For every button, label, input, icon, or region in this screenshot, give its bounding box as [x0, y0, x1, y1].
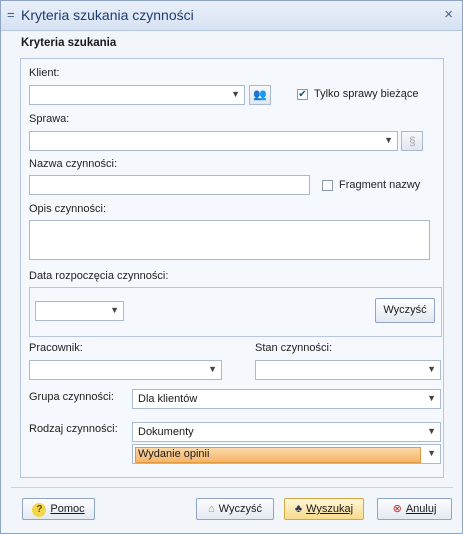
klient-combo[interactable]: ▼	[29, 85, 245, 105]
opis-textarea[interactable]	[29, 220, 430, 260]
binoculars-icon: ♣	[294, 503, 303, 515]
grupa-combo[interactable]: Dla klientów ▼	[132, 389, 441, 409]
chevron-down-icon[interactable]: ▼	[231, 89, 240, 99]
cancel-icon: ⊗	[392, 503, 402, 515]
chevron-down-icon[interactable]: ▼	[208, 364, 217, 374]
sprawa-combo[interactable]: ▼	[29, 131, 398, 151]
klient-label: Klient:	[29, 67, 60, 79]
fragment-label: Fragment nazwy	[339, 179, 421, 191]
pracownik-combo[interactable]: ▼	[29, 360, 222, 380]
chevron-down-icon[interactable]: ▼	[427, 448, 436, 458]
menu-grip-icon[interactable]: =	[7, 7, 15, 22]
dialog-window: = Kryteria szukania czynności × Kryteria…	[0, 0, 463, 534]
nazwa-input[interactable]	[29, 175, 310, 195]
grupa-value: Dla klientów	[138, 393, 198, 405]
clear-label: Wyczyść	[218, 503, 262, 515]
tylko-checkbox[interactable]: ✔	[297, 89, 308, 100]
date-combo[interactable]: ▼	[35, 301, 124, 321]
date-clear-button[interactable]: Wyczyść	[375, 298, 435, 323]
stan-combo[interactable]: ▼	[255, 360, 441, 380]
sprawa-label: Sprawa:	[29, 113, 70, 125]
pracownik-label: Pracownik:	[29, 342, 83, 354]
title-bar: = Kryteria szukania czynności ×	[1, 1, 462, 31]
clear-button[interactable]: ⌂ Wyczyść	[196, 498, 274, 520]
broom-icon: ⌂	[208, 503, 215, 515]
grupa-label: Grupa czynności:	[29, 391, 114, 403]
help-icon: ?	[32, 503, 47, 517]
search-button[interactable]: ♣ Wyszukaj	[284, 498, 364, 520]
chevron-down-icon[interactable]: ▼	[110, 305, 119, 315]
data-label: Data rozpoczęcia czynności:	[29, 270, 169, 282]
select-client-button[interactable]: 👥	[249, 85, 271, 105]
dollar-icon: §	[409, 134, 416, 148]
criteria-group	[20, 58, 444, 478]
chevron-down-icon[interactable]: ▼	[384, 135, 393, 145]
section-title: Kryteria szukania	[21, 37, 117, 49]
cancel-button[interactable]: ⊗ Anuluj	[377, 498, 452, 520]
cancel-label: Anuluj	[405, 503, 437, 515]
help-button[interactable]: ? Pomoc	[22, 498, 95, 520]
chevron-down-icon[interactable]: ▼	[427, 364, 436, 374]
rodzaj-combo-1[interactable]: Dokumenty ▼	[132, 422, 441, 442]
select-case-button[interactable]: §	[401, 131, 423, 151]
close-icon[interactable]: ×	[444, 6, 453, 23]
rodzaj-label: Rodzaj czynności:	[29, 423, 118, 435]
opis-label: Opis czynności:	[29, 203, 107, 215]
search-label: Wyszukaj	[306, 503, 354, 515]
rodzaj-value-2: Wydanie opinii	[138, 448, 210, 460]
chevron-down-icon[interactable]: ▼	[427, 426, 436, 436]
nazwa-label: Nazwa czynności:	[29, 158, 118, 170]
fragment-checkbox[interactable]	[322, 180, 333, 191]
rodzaj-value-1: Dokumenty	[138, 426, 194, 438]
help-label: Pomoc	[50, 503, 85, 515]
chevron-down-icon[interactable]: ▼	[427, 393, 436, 403]
rodzaj-combo-2[interactable]: Wydanie opinii ▼	[132, 444, 441, 464]
window-title: Kryteria szukania czynności	[21, 7, 194, 23]
tylko-label: Tylko sprawy bieżące	[314, 88, 419, 100]
people-icon: 👥	[253, 89, 267, 101]
stan-label: Stan czynności:	[255, 342, 333, 354]
